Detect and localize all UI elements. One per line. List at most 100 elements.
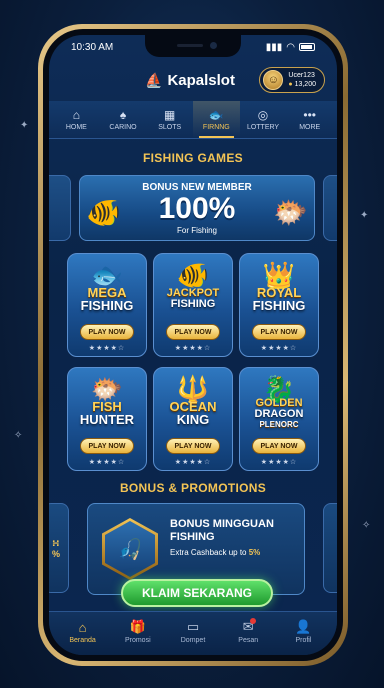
bottom-nav-label: Profil — [295, 637, 312, 644]
game-card[interactable]: 🐟 MEGA FISHING PLAY NOW ★★★★☆ — [67, 253, 147, 357]
game-title: MEGA FISHING — [70, 286, 144, 312]
bottom-nav-messages[interactable]: ✉ Pesan — [221, 616, 276, 647]
promo-badge: 🎣 — [102, 518, 158, 580]
bottom-nav-label: Beranda — [69, 636, 96, 644]
play-now-button[interactable]: PLAY NOW — [252, 438, 306, 454]
promo-subtitle-text: Extra Cashback up to — [170, 548, 249, 557]
claim-now-button[interactable]: KLAIM SEKARANG — [121, 579, 273, 607]
user-balance: 13,200 — [294, 81, 316, 88]
game-title: FISH HUNTER — [70, 400, 144, 426]
fishing-section-title: FISHING GAMES — [143, 151, 243, 165]
promo-peek-left[interactable]: ∺ % — [49, 503, 69, 593]
wifi-icon: ◠ — [286, 41, 295, 53]
game-title-line2: FISHING — [80, 298, 134, 313]
nav-item-home[interactable]: ⌂ HOME — [53, 101, 100, 138]
play-now-button[interactable]: PLAY NOW — [252, 324, 306, 340]
lottery-icon: ◎ — [257, 108, 269, 122]
rating-stars: ★★★★☆ — [260, 345, 298, 352]
ship-icon: ⛵ — [145, 71, 163, 88]
game-title-line2: DRAGON — [254, 408, 304, 420]
rating-stars: ★★★★☆ — [88, 345, 126, 352]
home-icon: ⌂ — [78, 619, 87, 635]
bottom-nav-wallet[interactable]: ▭ Dompet — [165, 616, 220, 647]
status-time: 10:30 AM — [71, 41, 114, 53]
game-title-line2: FISHING — [170, 298, 216, 310]
nav-item-fishing[interactable]: 🐟 FIRNNG — [193, 101, 240, 138]
app-screen: 10:30 AM ▮▮▮ ◠ ⛵ Kapalslot ☺ Ucer123 ● 1… — [49, 35, 337, 655]
user-info: Ucer123 ● 13,200 — [288, 72, 316, 88]
camera-icon — [210, 42, 217, 49]
user-icon: 👤 — [295, 619, 312, 634]
game-card[interactable]: 🔱 OCEAN KING PLAY NOW ★★★★☆ — [153, 367, 233, 471]
fish-badge-icon: 🎣 — [105, 521, 155, 577]
game-title-line2: HUNTER — [79, 412, 135, 427]
sparkle-icon: ✦ — [20, 120, 29, 131]
brand-name: Kapalslot — [167, 71, 235, 89]
bottom-nav-home[interactable]: ⌂ Beranda — [55, 616, 110, 647]
rating-stars: ★★★★☆ — [174, 459, 212, 466]
bottom-nav: ⌂ Beranda 🎁 Promosi ▭ Dompet ✉ Pesan 👤 P… — [49, 611, 337, 655]
user-balance-row: ● 13,200 — [288, 81, 316, 88]
nav-label: LOTTERY — [246, 124, 280, 131]
promo-subtitle: Extra Cashback up to 5% — [170, 548, 260, 557]
play-now-button[interactable]: PLAY NOW — [166, 438, 220, 454]
home-icon: ⌂ — [72, 108, 80, 122]
speaker — [177, 44, 203, 47]
sparkle-icon: ✧ — [14, 430, 23, 441]
user-account[interactable]: ☺ Ucer123 ● 13,200 — [259, 67, 325, 93]
category-nav: ⌂ HOME ♠ CARINO ▦ SLOTS 🐟 FIRNNG ◎ LOTTE… — [49, 101, 337, 139]
game-card[interactable]: 🐠 JACKPOT FISHING PLAY NOW ★★★★☆ — [153, 253, 233, 357]
nav-label: SLOTS — [158, 124, 182, 131]
signal-icon: ▮▮▮ — [265, 41, 283, 53]
notification-dot — [249, 618, 256, 624]
game-title-line2: FISHING — [252, 298, 306, 313]
fish-icon: 🐟 — [208, 108, 224, 122]
brand-logo[interactable]: ⛵ Kapalslot — [145, 72, 235, 89]
promo-title: BONUS MINGGUAN FISHING — [170, 518, 274, 543]
status-icons: ▮▮▮ ◠ — [266, 42, 315, 53]
sparkle-icon: ✧ — [362, 520, 371, 531]
notch — [145, 35, 241, 57]
game-card[interactable]: 🐉 GOLDEN DRAGON PLENORC PLAY NOW ★★★★☆ — [239, 367, 319, 471]
nav-item-more[interactable]: ••• MORE — [286, 101, 333, 138]
banner-peek-right[interactable] — [323, 175, 337, 241]
rating-stars: ★★★★☆ — [174, 345, 212, 352]
bottom-nav-label: Pesan — [238, 637, 259, 644]
nav-label: FIRNNG — [202, 124, 230, 131]
banner-percent: 100% — [158, 192, 236, 225]
cards-icon: ♠ — [119, 108, 127, 122]
banner-peek-left[interactable] — [49, 175, 71, 241]
user-name: Ucer123 — [288, 72, 315, 79]
game-card[interactable]: 👑 ROYAL FISHING PLAY NOW ★★★★☆ — [239, 253, 319, 357]
nav-item-casino[interactable]: ♠ CARINO — [100, 101, 147, 138]
nav-item-slots[interactable]: ▦ SLOTS — [146, 101, 193, 138]
banner-subtitle: For Fishing — [176, 226, 217, 235]
gift-icon: 🎁 — [129, 619, 146, 634]
bottom-nav-label: Promosi — [124, 637, 151, 644]
fishing-game-grid: 🐟 MEGA FISHING PLAY NOW ★★★★☆ 🐠 JACKPOT FI… — [67, 253, 319, 471]
game-title-line2: KING — [176, 412, 210, 427]
game-title: ROYAL FISHING — [242, 286, 316, 312]
app-header: ⛵ Kapalslot ☺ Ucer123 ● 13,200 — [49, 63, 337, 97]
play-now-button[interactable]: PLAY NOW — [80, 438, 134, 454]
bonus-banner[interactable]: 🐠 🐡 BONUS NEW MEMBER 100% For Fishing — [79, 175, 315, 241]
bottom-nav-label: Dompet — [180, 637, 206, 644]
coin-icon: ● — [288, 81, 293, 88]
nav-label: CARINO — [109, 124, 137, 131]
game-title: GOLDEN DRAGON PLENORC — [242, 398, 316, 430]
nav-item-lottery[interactable]: ◎ LOTTERY — [240, 101, 287, 138]
play-now-button[interactable]: PLAY NOW — [80, 324, 134, 340]
avatar-icon: ☺ — [263, 70, 284, 90]
play-now-button[interactable]: PLAY NOW — [166, 324, 220, 340]
bottom-nav-profile[interactable]: 👤 Profil — [276, 616, 331, 647]
promotions-section-title: BONUS & PROMOTIONS — [119, 481, 267, 495]
sparkle-icon: ✦ — [360, 210, 369, 221]
more-icon: ••• — [303, 108, 316, 122]
bottom-nav-promo[interactable]: 🎁 Promosi — [110, 616, 165, 647]
battery-icon — [299, 43, 315, 51]
game-card[interactable]: 🐡 FISH HUNTER PLAY NOW ★★★★☆ — [67, 367, 147, 471]
rating-stars: ★★★★☆ — [88, 459, 126, 466]
promo-peek-right[interactable] — [323, 503, 337, 593]
promo-highlight: 5% — [248, 548, 261, 557]
nav-label: MORE — [299, 124, 321, 131]
